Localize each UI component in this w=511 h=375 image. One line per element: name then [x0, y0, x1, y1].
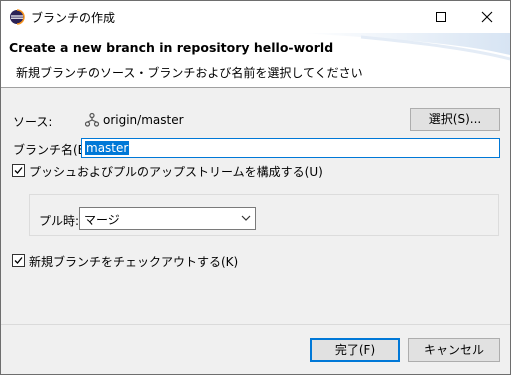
banner-description: 新規ブランチのソース・ブランチおよび名前を選択してください	[16, 66, 363, 80]
header-banner: Create a new branch in repository hello-…	[1, 33, 510, 87]
checkmark-icon	[14, 257, 23, 264]
checkout-branch-label: 新規ブランチをチェックアウトする(K)	[29, 255, 239, 269]
finish-button[interactable]: 完了(F)	[310, 338, 400, 362]
close-icon	[481, 11, 493, 23]
pull-strategy-select[interactable]: マージ	[79, 207, 256, 230]
branch-name-input[interactable]: master	[81, 138, 500, 158]
branch-icon	[84, 112, 100, 127]
eclipse-icon	[10, 9, 25, 25]
pull-label: プル時:	[39, 214, 80, 228]
source-value: origin/master	[103, 113, 184, 127]
configure-upstream-label: プッシュおよびプルのアップストリームを構成する(U)	[29, 165, 323, 179]
title-bar: ブランチの作成	[1, 1, 510, 33]
banner-title: Create a new branch in repository hello-…	[9, 40, 334, 55]
source-label: ソース:	[13, 115, 53, 129]
select-source-button[interactable]: 選択(S)...	[410, 108, 500, 131]
checkmark-icon	[14, 167, 23, 174]
pull-strategy-value: マージ	[84, 213, 120, 227]
chevron-down-icon	[241, 215, 251, 221]
branch-name-value: master	[85, 141, 130, 155]
maximize-button[interactable]	[418, 1, 464, 33]
maximize-icon	[436, 12, 446, 22]
cancel-button[interactable]: キャンセル	[408, 338, 500, 362]
configure-upstream-checkbox[interactable]	[12, 164, 25, 177]
window-title: ブランチの作成	[31, 11, 116, 25]
dialog-window: ブランチの作成 Create a new branch in repositor…	[0, 0, 511, 375]
close-button[interactable]	[464, 1, 510, 33]
checkout-branch-checkbox[interactable]	[12, 254, 25, 267]
footer-separator	[1, 324, 510, 325]
banner-separator	[1, 87, 510, 88]
